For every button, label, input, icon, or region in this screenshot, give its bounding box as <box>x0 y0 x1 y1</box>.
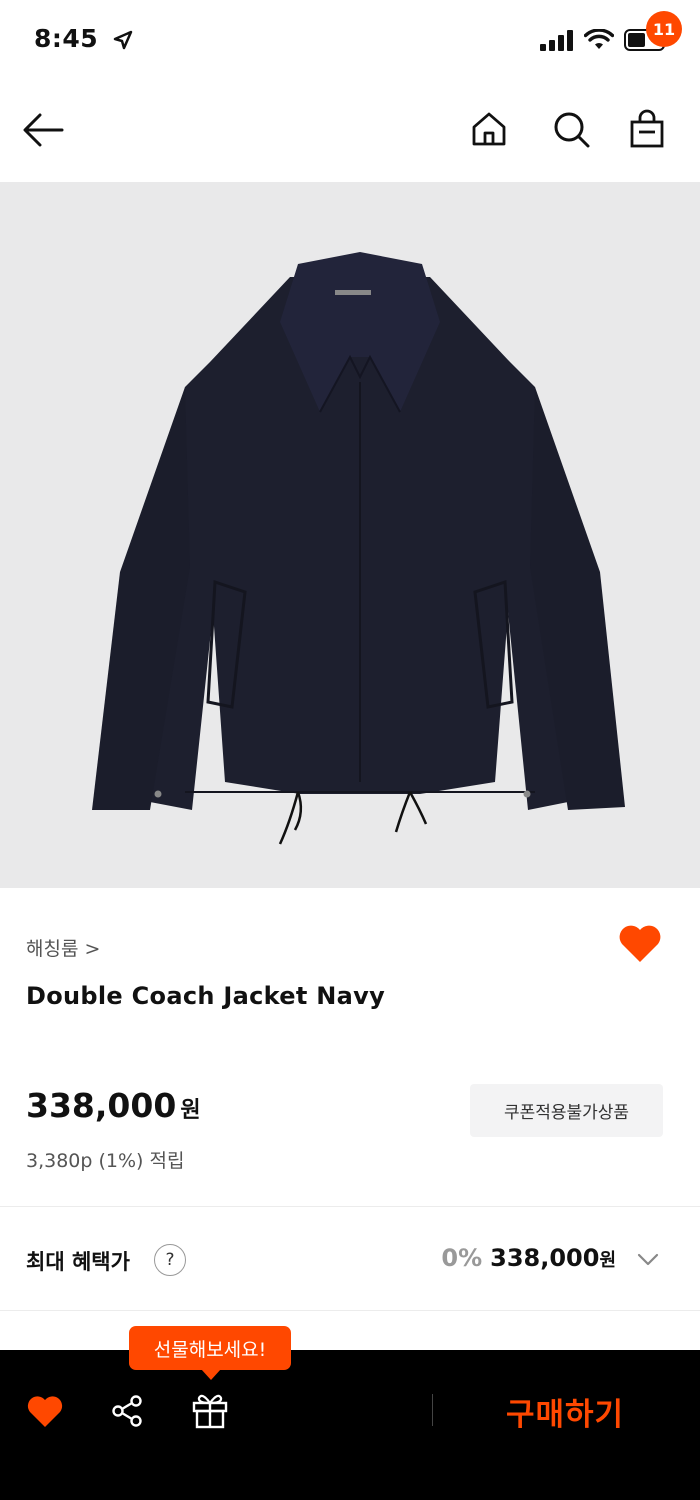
top-nav-bar <box>0 80 700 182</box>
shopping-bag-icon[interactable] <box>626 108 668 150</box>
buy-button[interactable]: 구매하기 <box>480 1386 650 1436</box>
benefit-price-unit: 원 <box>599 1250 616 1271</box>
chevron-down-icon[interactable] <box>636 1248 660 1270</box>
jacket-illustration <box>92 252 625 845</box>
help-question-icon[interactable]: ? <box>154 1244 186 1276</box>
wishlist-heart-icon[interactable] <box>617 922 663 964</box>
max-benefit-label: 최대 혜택가 <box>26 1250 130 1274</box>
product-name: Double Coach Jacket Navy <box>26 982 386 1010</box>
reward-points: 3,380p (1%) 적립 <box>26 1150 185 1172</box>
benefit-price-value: 338,000원 <box>490 1244 616 1272</box>
coupon-status-badge: 쿠폰적용불가상품 <box>470 1084 663 1137</box>
wifi-icon <box>584 29 614 49</box>
gift-icon[interactable] <box>190 1390 230 1430</box>
home-icon[interactable] <box>468 108 510 150</box>
max-benefit-price[interactable]: 0% 338,000원 <box>441 1244 616 1272</box>
search-icon[interactable] <box>550 108 592 150</box>
product-price: 338,000 원 <box>26 1086 201 1125</box>
divider <box>0 1206 700 1207</box>
heart-icon[interactable] <box>26 1394 64 1428</box>
status-time-label: 8:45 <box>34 24 99 53</box>
gift-tooltip: 선물해보세요! <box>129 1326 291 1380</box>
bottom-action-bar: 구매하기 <box>0 1350 700 1500</box>
status-bar: 8:45 <box>0 0 700 80</box>
share-icon[interactable] <box>110 1394 144 1428</box>
price-unit: 원 <box>180 1098 201 1123</box>
product-image[interactable] <box>0 182 700 888</box>
status-time: 8:45 <box>34 24 133 53</box>
back-arrow-icon[interactable] <box>20 110 66 150</box>
divider <box>0 1310 700 1311</box>
cellular-signal-icon <box>540 30 573 51</box>
benefit-price-amount: 338,000 <box>490 1244 600 1272</box>
brand-link[interactable]: 해칭룸 > <box>26 934 100 961</box>
location-arrow-icon <box>114 30 133 50</box>
price-value: 338,000 <box>26 1086 177 1125</box>
benefit-discount-percent: 0% <box>441 1244 483 1272</box>
action-bar-divider <box>432 1394 433 1426</box>
cart-count-badge: 11 <box>646 11 682 47</box>
